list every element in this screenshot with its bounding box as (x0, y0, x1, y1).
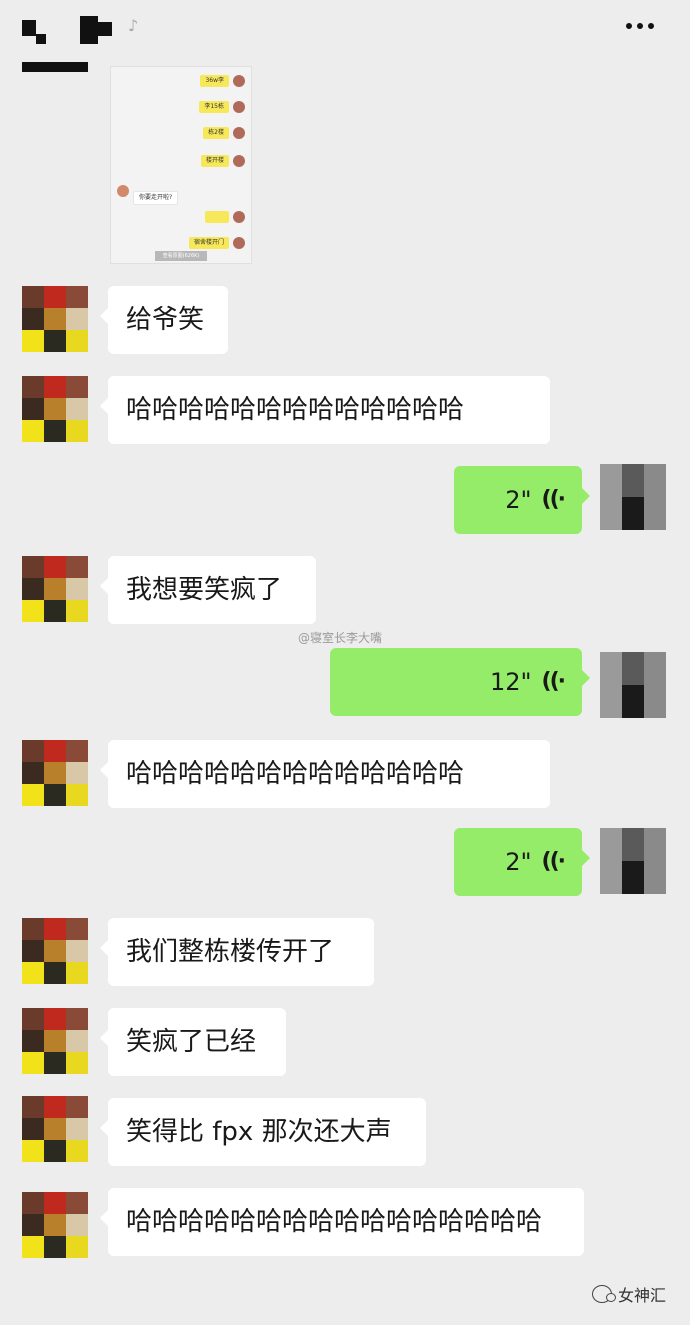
voice-duration: 2" (505, 486, 532, 514)
mini-avatar (233, 101, 245, 113)
voice-message[interactable]: 12" ((· (330, 648, 590, 716)
voice-message[interactable]: 2" ((· (454, 466, 590, 534)
voice-wave-icon: ((· (541, 487, 567, 512)
avatar[interactable] (22, 740, 88, 806)
mini-avatar (233, 211, 245, 223)
message-text: 我们整栋楼传开了 (126, 937, 335, 967)
text-message[interactable]: 笑疯了已经 (100, 1008, 286, 1076)
mini-bubble: 楼开楼 (200, 155, 229, 167)
message-text: 哈哈哈哈哈哈哈哈哈哈哈哈哈 (126, 395, 465, 425)
mini-message: 宿舍楼开门 (188, 237, 245, 249)
mute-icon: ♪ (128, 16, 139, 35)
redacted-back-icon (36, 34, 46, 44)
mini-avatar (233, 127, 245, 139)
avatar[interactable] (22, 556, 88, 622)
back-area[interactable]: ♪ (20, 10, 140, 50)
mini-bubble (205, 211, 229, 223)
avatar[interactable] (22, 1008, 88, 1074)
message-text: 哈哈哈哈哈哈哈哈哈哈哈哈哈 (126, 759, 465, 789)
text-message[interactable]: 哈哈哈哈哈哈哈哈哈哈哈哈哈 (100, 740, 550, 808)
voice-message[interactable]: 2" ((· (454, 828, 590, 896)
avatar[interactable] (22, 1096, 88, 1162)
mini-message: 楼开楼 (200, 155, 245, 167)
voice-wave-icon: ((· (541, 669, 567, 694)
mini-message: 李15栋 (199, 101, 245, 113)
view-original-bar[interactable]: 查看原图(626K) (155, 251, 207, 261)
mini-avatar (117, 185, 129, 197)
brand-watermark: 女神汇 (592, 1282, 666, 1306)
mini-message (205, 211, 245, 223)
text-message[interactable]: 我想要笑疯了 (100, 556, 316, 624)
redacted-contact-name (80, 16, 98, 44)
mini-avatar (233, 237, 245, 249)
redacted-back-icon (22, 20, 36, 36)
voice-wave-icon: ((· (541, 849, 567, 874)
mini-avatar (233, 75, 245, 87)
mini-received-message: 你要走开啦? (117, 185, 179, 205)
chat-header: ♪ (0, 0, 690, 62)
more-options-icon[interactable] (620, 14, 660, 38)
my-avatar[interactable] (600, 652, 666, 718)
mini-message: 栋2楼 (203, 127, 245, 139)
voice-duration: 12" (489, 668, 532, 696)
text-message[interactable]: 哈哈哈哈哈哈哈哈哈哈哈哈哈 (100, 376, 550, 444)
watermark: @寝室长李大嘴 (298, 631, 383, 645)
brand-name: 女神汇 (618, 1286, 667, 1305)
message-text: 笑得比 fpx 那次还大声 (126, 1117, 392, 1147)
avatar[interactable] (22, 376, 88, 442)
mini-bubble: 宿舍楼开门 (188, 237, 229, 249)
avatar[interactable] (22, 286, 88, 352)
message-text: 哈哈哈哈哈哈哈哈哈哈哈哈哈哈哈哈 (126, 1207, 543, 1237)
mini-avatar (233, 155, 245, 167)
voice-duration: 2" (505, 848, 532, 876)
my-avatar[interactable] (600, 464, 666, 530)
text-message[interactable]: 哈哈哈哈哈哈哈哈哈哈哈哈哈哈哈哈 (100, 1188, 584, 1256)
message-text: 我想要笑疯了 (126, 575, 283, 605)
image-message[interactable]: 36w李 李15栋 栋2楼 楼开楼 你要走开啦? 宿舍楼开门 查看原图(626K… (110, 66, 252, 264)
message-text: 笑疯了已经 (126, 1027, 257, 1057)
mini-message: 36w李 (200, 75, 245, 87)
wechat-official-account-icon (592, 1285, 616, 1303)
my-avatar[interactable] (600, 828, 666, 894)
mini-bubble: 你要走开啦? (133, 191, 179, 205)
mini-bubble: 36w李 (200, 75, 229, 87)
redacted-avatar-fragment (22, 62, 88, 72)
mini-bubble: 栋2楼 (203, 127, 229, 139)
avatar[interactable] (22, 918, 88, 984)
text-message[interactable]: 笑得比 fpx 那次还大声 (100, 1098, 426, 1166)
message-text: 给爷笑 (126, 305, 205, 335)
redacted-contact-name (98, 22, 112, 36)
text-message[interactable]: 给爷笑 (100, 286, 228, 354)
avatar[interactable] (22, 1192, 88, 1258)
mini-bubble: 李15栋 (199, 101, 229, 113)
text-message[interactable]: 我们整栋楼传开了 (100, 918, 374, 986)
